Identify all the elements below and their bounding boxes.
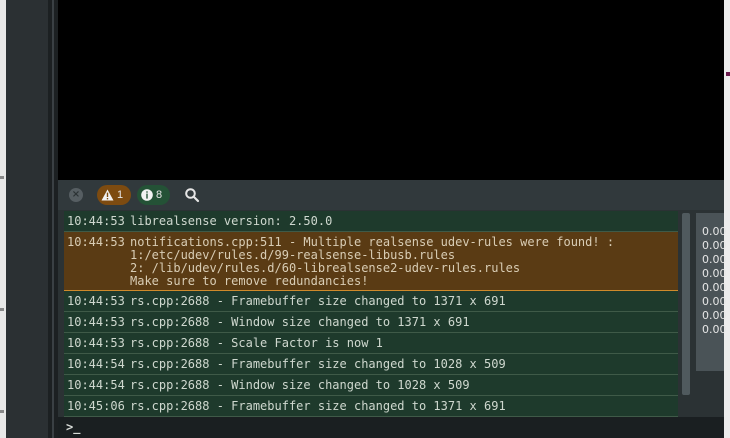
metric-value: 0.00: [702, 295, 727, 308]
log-entry[interactable]: 10:44:53 rs.cpp:2688 - Framebuffer size …: [64, 291, 678, 312]
edge-marker: [0, 410, 4, 413]
log-entry[interactable]: 10:44:54 rs.cpp:2688 - Window size chang…: [64, 375, 678, 396]
warning-count: 1: [117, 189, 124, 201]
close-icon[interactable]: ×: [69, 188, 83, 202]
divider-line: [52, 0, 54, 438]
metric-value: 0.00: [702, 239, 727, 252]
log-list[interactable]: 10:44:53 librealsense version: 2.50.0 10…: [64, 211, 678, 417]
log-scrollbar[interactable]: [682, 213, 690, 395]
metric-value: 0.00: [702, 267, 727, 280]
metric-value: 0.00: [702, 323, 727, 336]
log-message: rs.cpp:2688 - Scale Factor is now 1: [130, 336, 383, 350]
log-time: 10:44:53: [67, 235, 125, 249]
warning-triangle-icon: [101, 189, 114, 201]
console-input[interactable]: >_: [58, 417, 724, 438]
right-window-edge: [724, 0, 730, 438]
log-message: notifications.cpp:511 - Multiple realsen…: [130, 235, 615, 288]
metric-value: 0.00: [702, 225, 727, 238]
log-message: rs.cpp:2688 - Framebuffer size changed t…: [130, 294, 506, 308]
log-message: rs.cpp:2688 - Window size changed to 137…: [130, 315, 470, 329]
log-toolbar: × 1 8: [58, 180, 724, 210]
metric-value: 0.00: [702, 309, 727, 322]
log-entry[interactable]: 10:44:53 rs.cpp:2688 - Window size chang…: [64, 312, 678, 333]
warning-filter-button[interactable]: 1: [97, 185, 131, 205]
log-time: 10:44:53: [67, 336, 125, 350]
info-filter-button[interactable]: 8: [137, 185, 170, 205]
edge-mark: [726, 72, 730, 76]
log-message: rs.cpp:2688 - Window size changed to 102…: [130, 378, 470, 392]
log-time: 10:44:53: [67, 294, 125, 308]
log-entry[interactable]: 10:44:53 rs.cpp:2688 - Scale Factor is n…: [64, 333, 678, 354]
metrics-side-panel: 0.00 0.00 0.00 0.00 0.00 0.00 0.00 0.00: [696, 213, 727, 371]
log-time: 10:44:54: [67, 357, 125, 371]
log-time: 10:44:54: [67, 378, 125, 392]
metric-value: 0.00: [702, 281, 727, 294]
log-message: rs.cpp:2688 - Framebuffer size changed t…: [130, 357, 506, 371]
edge-marker: [0, 176, 4, 179]
log-time: 10:44:53: [67, 214, 125, 228]
log-entry[interactable]: 10:44:54 rs.cpp:2688 - Framebuffer size …: [64, 354, 678, 375]
search-icon[interactable]: [184, 187, 200, 203]
log-message: rs.cpp:2688 - Framebuffer size changed t…: [130, 399, 506, 413]
info-circle-icon: [141, 189, 153, 201]
info-count: 8: [156, 189, 163, 201]
metric-value: 0.00: [702, 253, 727, 266]
log-entry[interactable]: 10:44:53 librealsense version: 2.50.0: [64, 211, 678, 232]
log-entry-warning[interactable]: 10:44:53 notifications.cpp:511 - Multipl…: [64, 232, 678, 291]
stream-viewport[interactable]: [58, 0, 724, 180]
log-panel: × 1 8 10:44:53 librealsense version: 2.5…: [58, 180, 727, 438]
log-message: librealsense version: 2.50.0: [130, 214, 333, 228]
log-entry[interactable]: 10:45:06 rs.cpp:2688 - Framebuffer size …: [64, 396, 678, 417]
log-time: 10:45:06: [67, 399, 125, 413]
device-sidebar: [6, 0, 48, 438]
log-time: 10:44:53: [67, 315, 125, 329]
console-prompt-icon: >_: [66, 420, 81, 434]
sidebar-divider[interactable]: [48, 0, 58, 438]
edge-marker: [0, 308, 4, 311]
